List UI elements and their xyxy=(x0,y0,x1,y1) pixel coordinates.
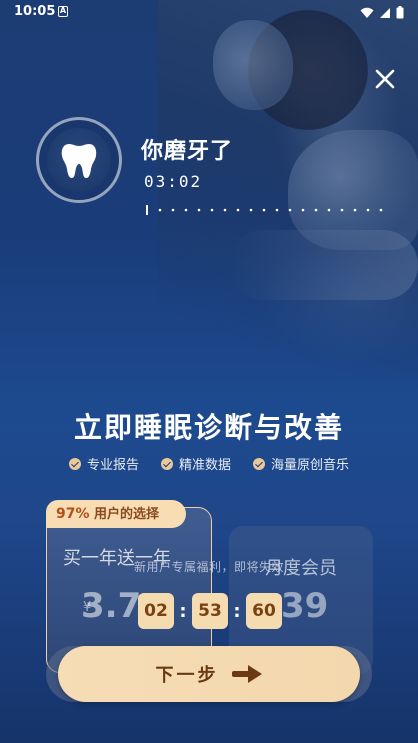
countdown-seconds: 60 xyxy=(246,593,282,629)
battery-icon xyxy=(396,6,404,19)
countdown-timer: 02 : 53 : 60 xyxy=(138,593,282,629)
check-icon xyxy=(68,457,81,470)
status-icons xyxy=(360,6,404,19)
close-button[interactable] xyxy=(372,66,398,92)
app-screen: 10:05 A 你磨牙了 03:02 立即睡眠诊断与改善 专业报告 精准数据 海… xyxy=(0,0,418,743)
feature-label: 海量原创音乐 xyxy=(271,458,350,473)
recording-title: 你磨牙了 xyxy=(141,139,234,164)
feature-item: 专业报告 xyxy=(68,454,139,473)
plan-price: 39 xyxy=(281,586,329,626)
status-bar: 10:05 A xyxy=(0,0,418,26)
signal-icon xyxy=(380,7,390,18)
next-step-label: 下一步 xyxy=(155,665,219,686)
tooth-icon xyxy=(61,144,97,178)
hero-arm-shape xyxy=(228,230,418,300)
check-icon xyxy=(160,457,173,470)
countdown-separator: : xyxy=(233,600,241,622)
audio-waveform xyxy=(146,205,383,215)
check-icon xyxy=(253,457,265,470)
feature-item: 精准数据 xyxy=(160,454,231,473)
feature-label: 精准数据 xyxy=(178,458,231,473)
next-step-button[interactable]: 下一步 xyxy=(58,646,360,702)
popular-badge: 97% 用户的选择 xyxy=(46,500,186,528)
tooth-badge xyxy=(36,117,122,203)
wifi-icon xyxy=(360,7,374,18)
countdown-caption: 新用户专属福利，即将失效 xyxy=(133,560,284,574)
page-headline: 立即睡眠诊断与改善 xyxy=(73,411,344,444)
countdown-hours: 02 xyxy=(138,593,174,629)
hero-face-shape xyxy=(213,20,293,110)
feature-item: 海量原创音乐 xyxy=(253,454,349,473)
notification-icon: A xyxy=(58,6,68,17)
badge-percent: 97% xyxy=(56,506,90,522)
arrow-right-icon xyxy=(231,665,262,683)
feature-label: 专业报告 xyxy=(86,458,139,473)
status-time: 10:05 xyxy=(14,4,56,19)
recording-time: 03:02 xyxy=(144,172,203,191)
countdown-separator: : xyxy=(179,600,187,622)
badge-text: 用户的选择 xyxy=(94,507,160,522)
feature-list: 专业报告 精准数据 海量原创音乐 xyxy=(0,454,418,473)
plan-price: 3.7 xyxy=(81,586,142,626)
countdown-minutes: 53 xyxy=(192,593,228,629)
close-icon xyxy=(375,69,395,89)
